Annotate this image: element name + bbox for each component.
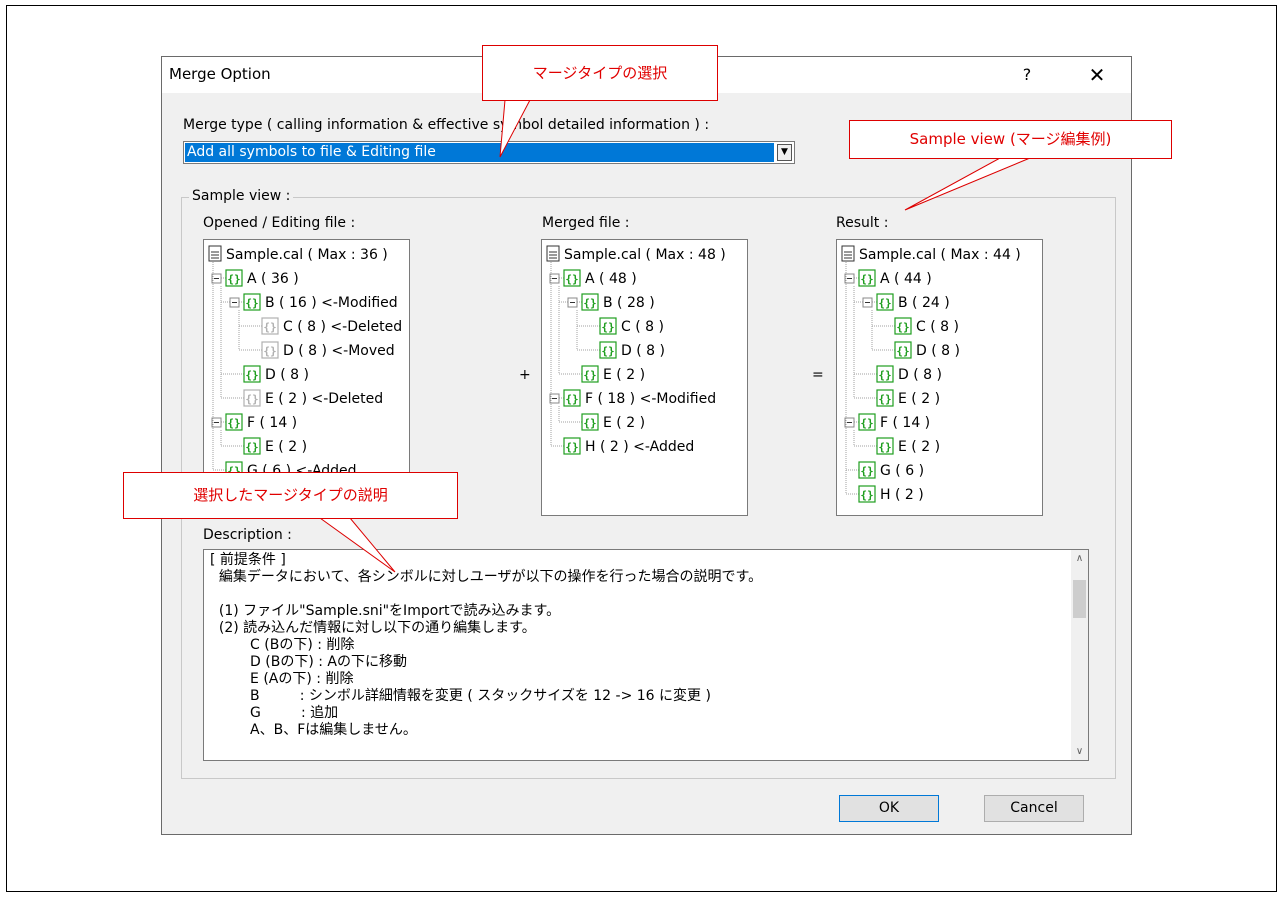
sample-view-callout: Sample view (マージ編集例) bbox=[849, 120, 1172, 159]
description-callout-tail bbox=[318, 517, 396, 573]
sample-view-callout-tail bbox=[904, 157, 1031, 211]
merge-type-callout: マージタイプの選択 bbox=[482, 45, 718, 101]
merge-type-callout-tail bbox=[499, 99, 531, 158]
description-callout: 選択したマージタイプの説明 bbox=[123, 472, 458, 519]
